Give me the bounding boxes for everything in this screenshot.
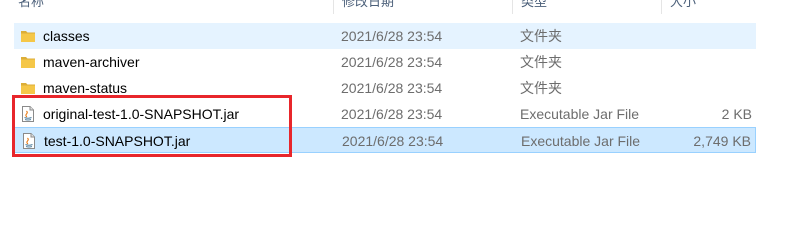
jar-file-icon xyxy=(22,106,34,122)
folder-icon xyxy=(21,83,35,94)
jar-file-icon xyxy=(23,133,35,149)
file-name: original-test-1.0-SNAPSHOT.jar xyxy=(43,106,240,122)
folder-icon xyxy=(21,31,35,42)
file-date: 2021/6/28 23:54 xyxy=(341,28,443,44)
column-header: 名称 修改日期 类型 大小 xyxy=(0,0,806,14)
file-type: 文件夹 xyxy=(520,28,562,44)
file-name: test-1.0-SNAPSHOT.jar xyxy=(44,133,191,149)
file-date: 2021/6/28 23:54 xyxy=(341,80,443,96)
file-row-maven-status[interactable]: maven-status 2021/6/28 23:54 文件夹 xyxy=(14,75,756,101)
folder-icon xyxy=(21,57,35,68)
file-row-maven-archiver[interactable]: maven-archiver 2021/6/28 23:54 文件夹 xyxy=(14,49,756,75)
file-type: 文件夹 xyxy=(520,54,562,70)
file-row-original-test-jar[interactable]: original-test-1.0-SNAPSHOT.jar 2021/6/28… xyxy=(14,101,756,127)
column-date-header[interactable]: 修改日期 xyxy=(334,0,394,13)
file-name: maven-status xyxy=(43,80,128,96)
file-date: 2021/6/28 23:54 xyxy=(342,133,444,149)
file-name: classes xyxy=(43,28,90,44)
file-type: 文件夹 xyxy=(520,80,562,96)
file-name: maven-archiver xyxy=(43,54,140,70)
file-size: 2 KB xyxy=(721,106,752,122)
file-row-classes[interactable]: classes 2021/6/28 23:54 文件夹 xyxy=(14,23,756,49)
column-type-header[interactable]: 类型 xyxy=(513,0,547,13)
column-size-header[interactable]: 大小 xyxy=(662,0,696,13)
file-date: 2021/6/28 23:54 xyxy=(341,106,443,122)
file-row-test-jar[interactable]: test-1.0-SNAPSHOT.jar 2021/6/28 23:54 Ex… xyxy=(14,127,756,153)
file-size: 2,749 KB xyxy=(693,133,751,149)
file-type: Executable Jar File xyxy=(521,133,641,149)
column-name-header[interactable]: 名称 xyxy=(10,0,44,13)
file-type: Executable Jar File xyxy=(520,106,640,122)
file-date: 2021/6/28 23:54 xyxy=(341,54,443,70)
